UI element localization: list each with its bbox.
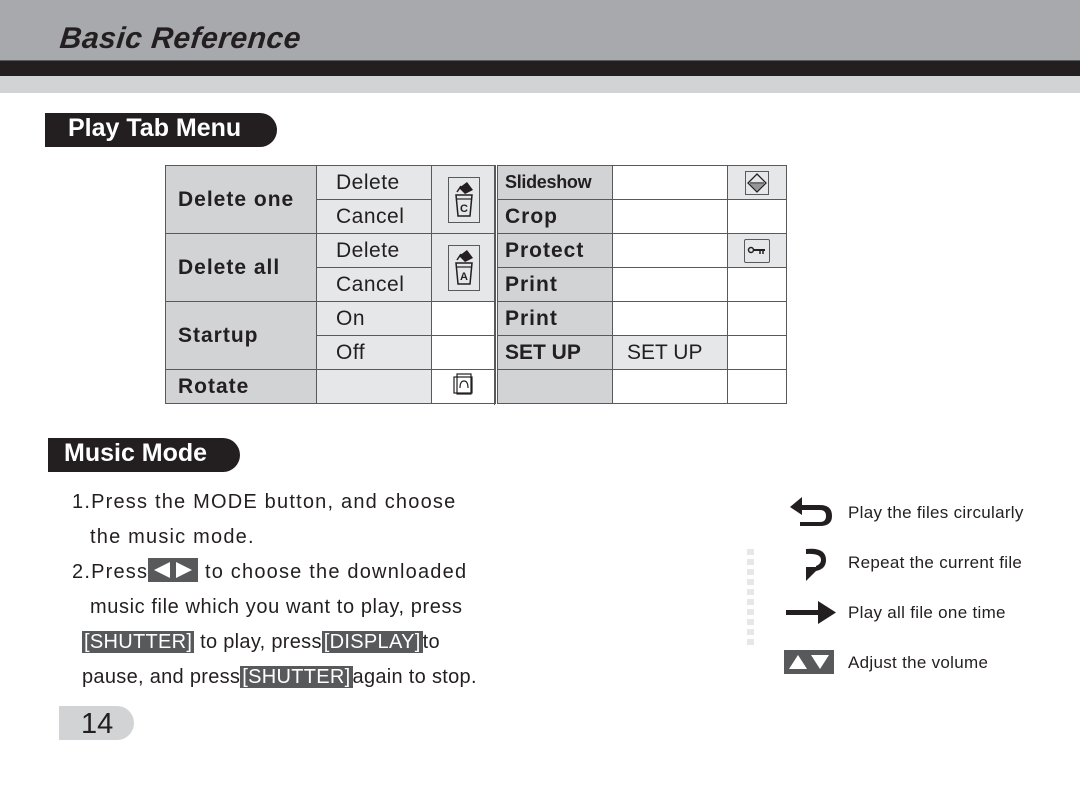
step-2-line-4: pause, and press [SHUTTER] again to stop. bbox=[82, 666, 477, 688]
legend-item: Play the files circularly bbox=[780, 495, 1070, 531]
option-delete: Delete bbox=[316, 233, 432, 268]
step-2-line-3: [SHUTTER] to play, press [DISPLAY] to bbox=[82, 631, 440, 653]
step-1-line-2: the music mode. bbox=[90, 526, 255, 548]
play-menu-left-table: Delete one Delete C Cancel Delete all De… bbox=[165, 165, 496, 404]
option-cancel: Cancel bbox=[316, 199, 432, 234]
option-setup: SET UP bbox=[612, 335, 728, 370]
option-empty bbox=[316, 369, 432, 404]
decorative-dotted-strip bbox=[747, 549, 755, 649]
table-divider bbox=[494, 165, 495, 405]
header-rule bbox=[0, 60, 1080, 76]
header-subband bbox=[0, 76, 1080, 93]
step-2-line-2: music file which you want to play, press bbox=[90, 596, 463, 618]
menu-item-delete-all: Delete all bbox=[165, 233, 317, 302]
display-key-label: [DISPLAY] bbox=[321, 631, 423, 653]
menu-item-startup: Startup bbox=[165, 301, 317, 370]
section-title-play-tab-menu: Play Tab Menu bbox=[45, 113, 277, 147]
step-1-line-1: 1.Press the MODE button, and choose bbox=[72, 491, 457, 513]
svg-text:C: C bbox=[460, 203, 468, 215]
menu-item-print: Print bbox=[497, 301, 613, 336]
page-title: Basic Reference bbox=[58, 22, 303, 55]
slideshow-icon bbox=[745, 170, 769, 195]
page-number: 14 bbox=[59, 706, 134, 740]
step-2-line-1: 2.Press to choose the downloaded bbox=[72, 555, 467, 590]
legend-item: Play all file one time bbox=[780, 595, 1070, 631]
option-on: On bbox=[316, 301, 432, 336]
key-icon bbox=[744, 238, 770, 263]
option-delete: Delete bbox=[316, 165, 432, 200]
rotate-icon bbox=[452, 373, 475, 395]
option-cancel: Cancel bbox=[316, 267, 432, 302]
repeat-one-icon bbox=[784, 545, 836, 581]
menu-item-crop: Crop bbox=[497, 199, 613, 234]
trash-a-icon: A bbox=[447, 244, 480, 291]
menu-item-print: Print bbox=[497, 267, 613, 302]
menu-item-protect: Protect bbox=[497, 233, 613, 268]
trash-c-icon: C bbox=[447, 176, 480, 223]
option-off: Off bbox=[316, 335, 432, 370]
left-right-arrow-keys-icon bbox=[148, 558, 199, 582]
menu-item-slideshow: Slideshow bbox=[497, 165, 613, 200]
loop-back-icon bbox=[784, 495, 836, 531]
legend-item: Adjust the volume bbox=[780, 645, 1070, 681]
volume-up-down-icon bbox=[784, 645, 836, 681]
shutter-key-label: [SHUTTER] bbox=[82, 631, 195, 653]
arrow-right-icon bbox=[784, 595, 836, 631]
menu-item-empty bbox=[497, 369, 613, 404]
menu-item-setup: SET UP bbox=[497, 335, 613, 370]
section-title-music-mode: Music Mode bbox=[48, 438, 240, 472]
play-menu-right-table: Slideshow Crop Protect Print Print SET U… bbox=[497, 165, 787, 404]
legend-item: Repeat the current file bbox=[780, 545, 1070, 581]
menu-item-rotate: Rotate bbox=[165, 369, 317, 404]
shutter-key-label: [SHUTTER] bbox=[240, 666, 353, 688]
svg-text:A: A bbox=[460, 271, 468, 283]
menu-item-delete-one: Delete one bbox=[165, 165, 317, 234]
